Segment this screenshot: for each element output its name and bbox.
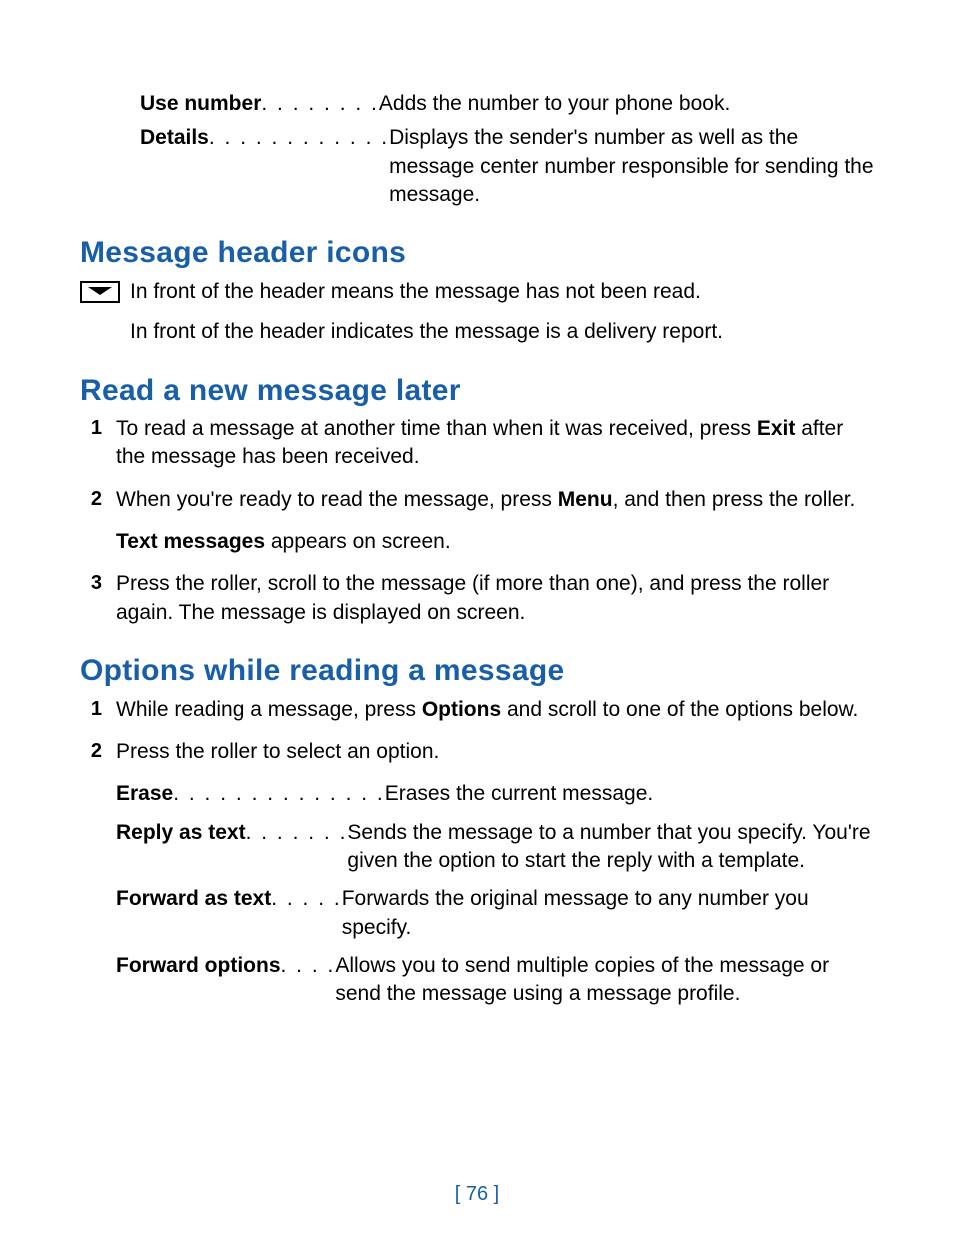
envelope-icon [80,281,120,303]
step-text: While reading a message, press [116,698,422,721]
icon-description-row: In front of the header means the message… [80,278,874,306]
definition-row: Details . . . . . . . . . . . . Displays… [140,124,874,209]
step-note-text: appears on screen. [265,530,451,553]
options-steps: 1 While reading a message, press Options… [80,696,874,767]
step-body: When you're ready to read the message, p… [116,486,874,514]
options-definition-list: Erase . . . . . . . . . . . . . . Erases… [116,780,874,1008]
step-key-menu: Menu [558,488,613,511]
read-later-steps: 1 To read a message at another time than… [80,415,874,514]
step-body: While reading a message, press Options a… [116,696,874,724]
definition-row: Forward as text . . . . . Forwards the o… [116,885,874,942]
definition-row: Erase . . . . . . . . . . . . . . Erases… [116,780,874,808]
definition-dots: . . . . . . . [246,819,348,847]
heading-options-while-reading: Options while reading a message [80,651,874,692]
heading-read-new-message-later: Read a new message later [80,371,874,412]
step-number: 1 [80,696,102,723]
definition-description: Adds the number to your phone book. [379,90,874,118]
step-text: To read a message at another time than w… [116,417,757,440]
definition-dots: . . . . . [271,885,342,913]
heading-message-header-icons: Message header icons [80,233,874,274]
definition-dots: . . . . . . . . . . . . [209,124,389,152]
step-number: 1 [80,415,102,442]
definition-dots: . . . . . . . . [261,90,379,118]
step-key-exit: Exit [757,417,796,440]
definition-term: Forward as text [116,885,271,913]
step-key-options: Options [422,698,501,721]
definition-description: Allows you to send multiple copies of th… [335,952,874,1009]
step-item: 1 To read a message at another time than… [80,415,874,472]
definition-term: Use number [140,90,261,118]
step-item: 3 Press the roller, scroll to the messag… [80,570,874,627]
definition-description: Erases the current message. [385,780,874,808]
definition-term: Erase [116,780,173,808]
step-text: , and then press the roller. [613,488,856,511]
step-item: 1 While reading a message, press Options… [80,696,874,724]
step-body: To read a message at another time than w… [116,415,874,472]
step-note: Text messages appears on screen. [116,528,874,556]
step-item: 2 Press the roller to select an option. [80,738,874,766]
definition-term: Reply as text [116,819,246,847]
definition-row: Forward options . . . . Allows you to se… [116,952,874,1009]
document-page: Use number . . . . . . . . Adds the numb… [0,0,954,1248]
step-item: 2 When you're ready to read the message,… [80,486,874,514]
step-body: Press the roller, scroll to the message … [116,570,874,627]
definition-term: Details [140,124,209,152]
step-number: 2 [80,738,102,765]
definition-term: Forward options [116,952,281,980]
definition-row: Reply as text . . . . . . . Sends the me… [116,819,874,876]
definition-dots: . . . . [281,952,336,980]
definition-description: Displays the sender's number as well as … [389,124,874,209]
step-text: When you're ready to read the message, p… [116,488,558,511]
page-number: [ 76 ] [0,1181,954,1208]
definition-row: Use number . . . . . . . . Adds the numb… [140,90,874,118]
definition-description: Forwards the original message to any num… [342,885,874,942]
definition-dots: . . . . . . . . . . . . . . [173,780,385,808]
read-later-steps-cont: 3 Press the roller, scroll to the messag… [80,570,874,627]
step-number: 2 [80,486,102,513]
step-text: and scroll to one of the options below. [501,698,858,721]
step-number: 3 [80,570,102,597]
icon-description-text: In front of the header indicates the mes… [130,318,874,346]
definition-description: Sends the message to a number that you s… [347,819,874,876]
step-note-bold: Text messages [116,530,265,553]
step-body: Press the roller to select an option. [116,738,874,766]
icon-description-text: In front of the header means the message… [130,278,874,306]
top-definition-list: Use number . . . . . . . . Adds the numb… [140,90,874,209]
